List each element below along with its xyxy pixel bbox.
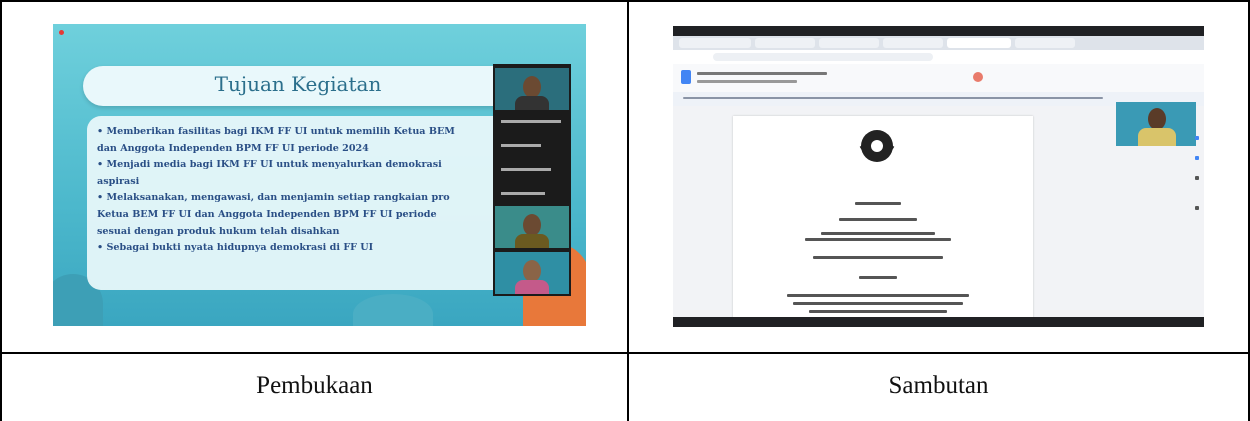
slide-content-card: • Memberikan fasilitas bagi IKM FF UI un… — [87, 116, 527, 290]
bullet-line: dan Anggota Independen BPM FF UI periode… — [97, 142, 369, 154]
share-button[interactable] — [973, 72, 983, 82]
table-divider-vertical — [627, 0, 629, 421]
caption-sambutan: Sambutan — [888, 372, 989, 399]
bullet-line: sesuai dengan produk hukum telah disahka… — [97, 225, 340, 237]
university-crest-icon — [859, 130, 895, 162]
participant-video — [495, 252, 569, 294]
doc-text-line — [813, 256, 943, 259]
bullet-line: aspirasi — [97, 175, 140, 187]
doc-text-line — [859, 276, 897, 279]
sambutan-screenshot — [673, 26, 1204, 327]
browser-tab-strip — [673, 36, 1204, 55]
browser-titlebar — [673, 26, 1204, 36]
coral-decoration — [353, 294, 433, 326]
toolbar-icons — [683, 97, 1103, 99]
docs-header — [673, 64, 1204, 92]
doc-text-line — [809, 310, 947, 313]
browser-tab[interactable] — [755, 38, 815, 48]
taskbar — [673, 317, 1204, 327]
docs-icon — [681, 70, 691, 84]
bullet-line: • Sebagai bukti nyata hidupnya demokrasi… — [97, 242, 374, 254]
table-border-left — [0, 0, 2, 421]
participant-name — [501, 120, 561, 123]
figure-table: Tujuan Kegiatan • Memberikan fasilitas b… — [0, 0, 1250, 421]
bullet-line: • Melaksanakan, mengawasi, dan menjamin … — [97, 192, 450, 204]
doc-text-line — [793, 302, 963, 305]
doc-text-line — [821, 232, 935, 235]
video-pip — [1116, 102, 1196, 146]
contacts-icon[interactable] — [1195, 176, 1199, 180]
browser-tab[interactable] — [1015, 38, 1075, 48]
browser-tab[interactable] — [679, 38, 751, 48]
caption-pembukaan: Pembukaan — [256, 372, 373, 399]
browser-tab-active[interactable] — [947, 38, 1011, 48]
document-page — [733, 116, 1033, 326]
table-border-top — [0, 0, 1250, 2]
doc-text-line — [855, 202, 901, 205]
participant-video — [495, 68, 569, 110]
url-field[interactable] — [713, 53, 933, 61]
doc-title — [697, 72, 827, 75]
video-participant-panel — [493, 64, 571, 296]
bullet-line: Ketua BEM FF UI dan Anggota Independen B… — [97, 208, 437, 220]
doc-text-line — [787, 294, 969, 297]
doc-menu — [697, 80, 797, 83]
doc-text-line — [839, 218, 917, 221]
slide-title: Tujuan Kegiatan — [214, 72, 382, 96]
table-divider-horizontal — [0, 352, 1250, 354]
participant-name — [501, 168, 551, 171]
calendar-icon[interactable] — [1195, 136, 1199, 140]
participant-name — [501, 192, 545, 195]
bullet-list: • Memberikan fasilitas bagi IKM FF UI un… — [97, 124, 521, 257]
bullet-line: • Memberikan fasilitas bagi IKM FF UI un… — [97, 126, 455, 137]
slide-title-card: Tujuan Kegiatan — [83, 66, 513, 106]
browser-tab[interactable] — [883, 38, 943, 48]
tasks-icon[interactable] — [1195, 156, 1199, 160]
participant-video — [495, 206, 569, 248]
address-bar[interactable] — [673, 50, 1204, 64]
browser-tab[interactable] — [819, 38, 879, 48]
maps-icon[interactable] — [1195, 206, 1199, 210]
doc-text-line — [805, 238, 951, 241]
pembukaan-screenshot: Tujuan Kegiatan • Memberikan fasilitas b… — [53, 24, 586, 326]
bullet-line: • Menjadi media bagi IKM FF UI untuk men… — [97, 159, 442, 171]
record-icon — [59, 30, 64, 35]
docs-side-panel — [1195, 126, 1201, 246]
participant-name — [501, 144, 541, 147]
